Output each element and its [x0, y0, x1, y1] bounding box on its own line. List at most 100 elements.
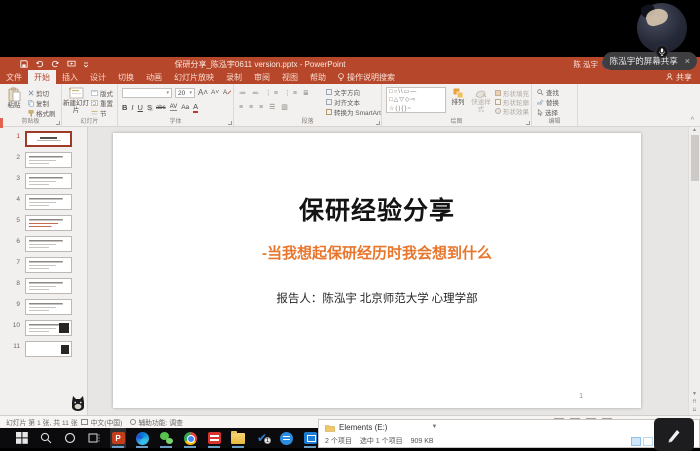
drawing-dialog-launcher[interactable]	[526, 121, 530, 125]
change-case-button[interactable]: Aa	[181, 104, 189, 111]
thumbnail-slide-8[interactable]: 8	[0, 278, 87, 299]
slide-subtitle[interactable]: -当我想起保研经历时我会想到什么	[113, 242, 641, 263]
font-size-combo[interactable]: 20▾	[175, 88, 195, 98]
thumbnail-slide-3[interactable]: 3	[0, 173, 87, 194]
thumbnail-preview[interactable]	[25, 320, 72, 336]
thumbnail-preview[interactable]	[25, 173, 72, 189]
tab-insert[interactable]: 插入	[56, 70, 84, 84]
paragraph-dialog-launcher[interactable]	[376, 121, 380, 125]
thumbnail-preview[interactable]	[25, 215, 72, 231]
layout-button[interactable]: 版式	[91, 88, 113, 98]
strikethrough-button[interactable]: abc	[156, 105, 166, 111]
previous-slide-icon[interactable]: ⇈	[692, 399, 696, 405]
display-settings-icon[interactable]	[81, 419, 88, 425]
clear-formatting-button[interactable]: A	[223, 88, 231, 96]
language-indicator[interactable]: 中文(中国)	[91, 417, 123, 427]
collapse-ribbon-button[interactable]: ^	[691, 117, 694, 124]
thumbnail-preview[interactable]	[25, 299, 72, 315]
font-name-combo[interactable]: ▾	[122, 88, 172, 98]
thumbnail-preview[interactable]	[25, 236, 72, 252]
increase-font-button[interactable]: A˄	[198, 88, 208, 97]
slide-title[interactable]: 保研经验分享	[113, 191, 641, 227]
text-direction-button[interactable]: 文字方向	[326, 87, 360, 97]
tab-animations[interactable]: 动画	[140, 70, 168, 84]
thumbnail-slide-9[interactable]: 9	[0, 299, 87, 320]
thumbnail-preview[interactable]	[25, 194, 72, 210]
tell-me-search[interactable]: 操作说明搜索	[332, 70, 401, 84]
tab-record[interactable]: 录制	[220, 70, 248, 84]
tab-home[interactable]: 开始	[28, 70, 56, 84]
taskbar-powerpoint-icon[interactable]: P	[110, 428, 126, 448]
thumbnail-slide-11[interactable]: 11	[0, 341, 87, 362]
file-explorer-popup[interactable]: Elements (E:) ▼ 2 个项目 选中 1 个项目 909 KB	[318, 419, 700, 448]
shapes-gallery[interactable]: □○\\▭—□△▽◇⇨☆(){}~	[386, 87, 446, 113]
align-text-button[interactable]: 对齐文本	[326, 97, 360, 107]
character-spacing-button[interactable]: AV	[170, 104, 178, 111]
thumbnail-preview[interactable]	[25, 257, 72, 273]
thumbnail-preview[interactable]	[25, 152, 72, 168]
alignment-buttons[interactable]: ≡ ≡ ≡ ☰ ▥	[239, 103, 290, 111]
taskbar-search-icon[interactable]	[38, 428, 54, 448]
paste-button[interactable]: 粘贴	[3, 87, 25, 109]
accessibility-status[interactable]: 辅助功能: 调查	[130, 417, 183, 427]
chevron-down-icon[interactable]: ▼	[431, 424, 437, 430]
clipboard-dialog-launcher[interactable]	[56, 121, 60, 125]
font-dialog-launcher[interactable]	[228, 121, 232, 125]
underline-button[interactable]: U	[138, 103, 143, 112]
thumbnail-slide-7[interactable]: 7	[0, 257, 87, 278]
scroll-up-icon[interactable]: ▲	[689, 127, 700, 133]
text-shadow-button[interactable]: S	[147, 103, 152, 112]
start-button[interactable]	[14, 428, 30, 448]
tab-view[interactable]: 视图	[276, 70, 304, 84]
undo-icon[interactable]	[35, 60, 44, 68]
slide-presenter-line[interactable]: 报告人：陈泓宇 北京师范大学 心理学部	[113, 290, 641, 306]
thumbnail-slide-4[interactable]: 4	[0, 194, 87, 215]
reset-button[interactable]: 重置	[91, 98, 113, 108]
thumbnail-slide-10[interactable]: 10	[0, 320, 87, 341]
copy-button[interactable]: 复制	[28, 98, 49, 108]
scroll-down-icon[interactable]: ▼	[692, 391, 697, 397]
next-slide-icon[interactable]: ⇊	[692, 407, 696, 413]
scrollbar-thumb[interactable]	[691, 135, 699, 181]
tab-slideshow[interactable]: 幻灯片放映	[168, 70, 220, 84]
details-view-button[interactable]	[631, 437, 641, 446]
bold-button[interactable]: B	[122, 103, 127, 112]
cut-button[interactable]: 剪切	[28, 88, 49, 98]
arrange-button[interactable]: 排列	[448, 88, 468, 106]
icons-view-button[interactable]	[643, 437, 653, 446]
tab-design[interactable]: 设计	[84, 70, 112, 84]
thumbnail-preview[interactable]	[25, 278, 72, 294]
thumbnail-slide-6[interactable]: 6	[0, 236, 87, 257]
thumbnail-slide-2[interactable]: 2	[0, 152, 87, 173]
start-slideshow-icon[interactable]	[67, 60, 76, 68]
save-icon[interactable]	[20, 60, 28, 68]
redo-icon[interactable]	[51, 60, 60, 68]
font-color-button[interactable]: A	[193, 102, 198, 113]
new-slide-button[interactable]: 新建幻灯片	[63, 87, 89, 115]
taskbar-red-app-icon[interactable]	[206, 428, 222, 448]
taskbar-file-explorer-icon[interactable]	[230, 428, 246, 448]
taskbar-check-app-icon[interactable]: ✔1	[254, 428, 270, 448]
cortana-icon[interactable]	[62, 428, 78, 448]
current-slide[interactable]: 保研经验分享 -当我想起保研经历时我会想到什么 报告人：陈泓宇 北京师范大学 心…	[113, 133, 641, 408]
thumbnail-slide-1[interactable]: 1	[0, 131, 87, 152]
desktop-pet-cat[interactable]	[68, 393, 88, 413]
shape-effects-button[interactable]: 形状效果	[495, 106, 529, 116]
share-button[interactable]: 共享	[658, 70, 700, 84]
thumbnail-preview[interactable]	[25, 341, 72, 357]
find-button[interactable]: 查找	[537, 87, 559, 97]
call-participant-avatar[interactable]	[637, 3, 687, 53]
taskbar-chrome-icon[interactable]	[182, 428, 198, 448]
tab-help[interactable]: 帮助	[304, 70, 332, 84]
taskbar-blue-circle-app-icon[interactable]	[278, 428, 294, 448]
account-name[interactable]: 陈 泓宇	[573, 59, 598, 70]
tab-file[interactable]: 文件	[0, 70, 28, 84]
taskbar-edge-icon[interactable]	[134, 428, 150, 448]
taskbar-wechat-icon[interactable]	[158, 428, 174, 448]
tab-transitions[interactable]: 切换	[112, 70, 140, 84]
task-view-icon[interactable]	[86, 428, 102, 448]
quick-styles-button[interactable]: 快速样式	[469, 88, 493, 114]
taskbar-blue-square-app-icon[interactable]	[302, 428, 318, 448]
qat-customize-icon[interactable]	[83, 60, 89, 68]
decrease-font-button[interactable]: A˅	[211, 89, 219, 96]
